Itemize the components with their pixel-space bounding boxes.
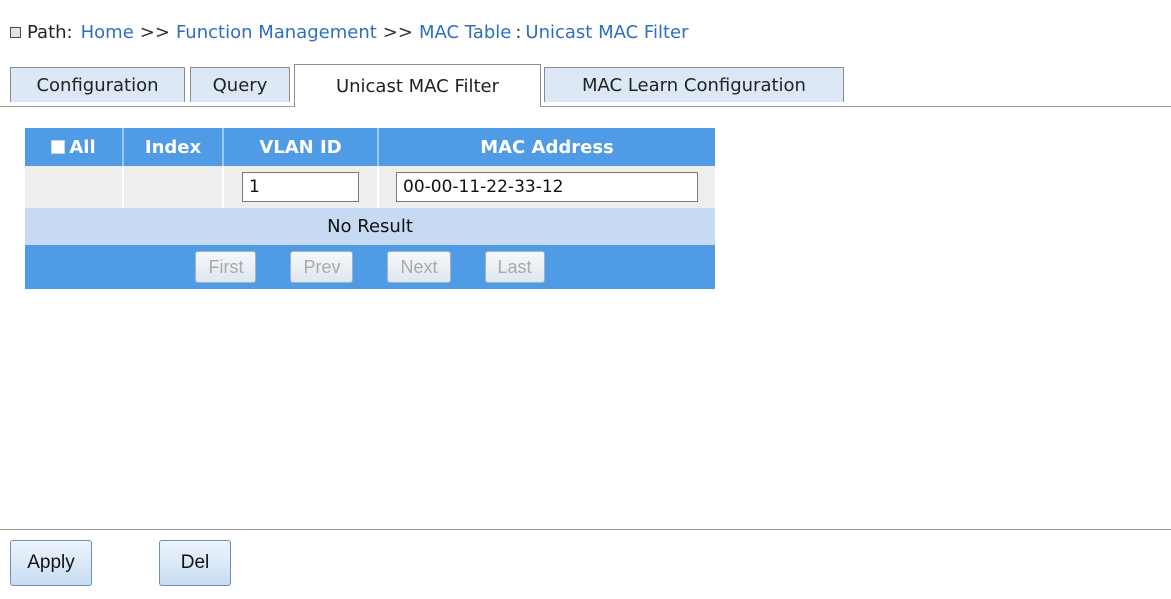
breadcrumb-colon: : xyxy=(515,21,522,43)
path-square-icon xyxy=(10,26,21,38)
tab-unicast-mac-filter[interactable]: Unicast MAC Filter xyxy=(294,64,541,107)
del-button[interactable]: Del xyxy=(159,540,231,586)
last-page-button[interactable]: Last xyxy=(484,251,545,283)
tab-query[interactable]: Query xyxy=(190,67,290,102)
table-header-row: All Index VLAN ID MAC Address xyxy=(25,128,715,166)
header-index: Index xyxy=(123,128,224,166)
breadcrumb-label: Path: xyxy=(27,21,73,43)
select-all-checkbox[interactable] xyxy=(51,139,66,154)
header-mac-address: MAC Address xyxy=(378,128,715,166)
prev-page-button[interactable]: Prev xyxy=(290,251,354,283)
breadcrumb-current-page: Unicast MAC Filter xyxy=(525,21,689,43)
unicast-mac-filter-table: All Index VLAN ID MAC Address No Result … xyxy=(25,128,715,289)
header-all[interactable]: All xyxy=(25,128,124,166)
breadcrumb-function-management-link[interactable]: Function Management xyxy=(176,22,377,43)
no-result-text: No Result xyxy=(25,208,715,245)
input-row-select-cell xyxy=(25,166,124,208)
empty-row: No Result xyxy=(25,208,715,245)
mac-address-input[interactable] xyxy=(396,172,698,202)
bottom-divider xyxy=(0,529,1171,530)
input-row-mac-cell xyxy=(378,166,715,208)
breadcrumb-separator: >> xyxy=(139,21,170,43)
breadcrumb: Path: Home >> Function Management >> MAC… xyxy=(10,20,689,44)
vlan-id-input[interactable] xyxy=(242,172,359,202)
first-page-button[interactable]: First xyxy=(195,251,257,283)
next-page-button[interactable]: Next xyxy=(387,251,451,283)
breadcrumb-mac-table-link[interactable]: MAC Table xyxy=(419,22,511,43)
input-row-index-cell xyxy=(123,166,224,208)
input-row xyxy=(25,166,715,208)
pager-cell: First Prev Next Last xyxy=(25,245,715,289)
breadcrumb-home-link[interactable]: Home xyxy=(81,22,134,43)
tab-configuration[interactable]: Configuration xyxy=(10,67,185,102)
header-vlan-id: VLAN ID xyxy=(223,128,379,166)
input-row-vlan-cell xyxy=(223,166,379,208)
breadcrumb-separator: >> xyxy=(382,21,413,43)
apply-button[interactable]: Apply xyxy=(10,540,92,586)
select-all-label: All xyxy=(69,136,96,158)
pager-row: First Prev Next Last xyxy=(25,245,715,289)
tab-mac-learn-configuration[interactable]: MAC Learn Configuration xyxy=(544,67,844,102)
tab-baseline xyxy=(0,106,1171,107)
